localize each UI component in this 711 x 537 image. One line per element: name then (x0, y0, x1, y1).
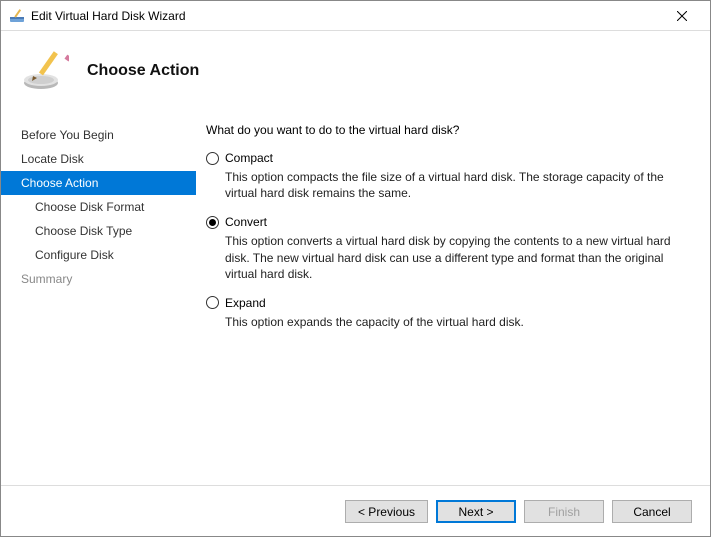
radio-expand[interactable] (206, 296, 219, 309)
sidebar-item-label: Locate Disk (21, 152, 84, 166)
sidebar-item-choose-disk-format[interactable]: Choose Disk Format (1, 195, 196, 219)
sidebar-item-label: Choose Disk Format (35, 200, 144, 214)
sidebar-item-label: Before You Begin (21, 128, 114, 142)
disk-pencil-icon (21, 47, 69, 95)
finish-button: Finish (524, 500, 604, 523)
window-title: Edit Virtual Hard Disk Wizard (31, 9, 662, 23)
option-convert: Convert This option converts a virtual h… (206, 215, 692, 282)
wizard-app-icon (9, 8, 25, 24)
sidebar-item-label: Configure Disk (35, 248, 114, 262)
sidebar-item-label: Choose Action (21, 176, 98, 190)
cancel-button[interactable]: Cancel (612, 500, 692, 523)
question-text: What do you want to do to the virtual ha… (206, 123, 692, 137)
close-icon (677, 11, 687, 21)
wizard-footer: < Previous Next > Finish Cancel (1, 485, 710, 537)
sidebar-item-choose-action[interactable]: Choose Action (1, 171, 196, 195)
option-expand-description: This option expands the capacity of the … (225, 314, 692, 330)
page-title: Choose Action (87, 62, 199, 80)
content-area: Before You Begin Locate Disk Choose Acti… (1, 117, 710, 485)
sidebar-item-label: Summary (21, 272, 72, 286)
sidebar-item-choose-disk-type[interactable]: Choose Disk Type (1, 219, 196, 243)
close-button[interactable] (662, 2, 702, 30)
sidebar-item-configure-disk[interactable]: Configure Disk (1, 243, 196, 267)
option-expand-row[interactable]: Expand (206, 296, 692, 310)
radio-compact[interactable] (206, 152, 219, 165)
option-expand-label: Expand (225, 296, 266, 310)
option-expand: Expand This option expands the capacity … (206, 296, 692, 330)
option-compact-description: This option compacts the file size of a … (225, 169, 692, 201)
option-convert-description: This option converts a virtual hard disk… (225, 233, 692, 282)
titlebar: Edit Virtual Hard Disk Wizard (1, 1, 710, 31)
wizard-steps-sidebar: Before You Begin Locate Disk Choose Acti… (1, 117, 196, 485)
sidebar-item-locate-disk[interactable]: Locate Disk (1, 147, 196, 171)
previous-button[interactable]: < Previous (345, 500, 428, 523)
option-convert-label: Convert (225, 215, 267, 229)
main-panel: What do you want to do to the virtual ha… (196, 117, 710, 485)
sidebar-item-summary: Summary (1, 267, 196, 291)
sidebar-item-label: Choose Disk Type (35, 224, 132, 238)
page-header: Choose Action (1, 31, 710, 117)
option-compact-row[interactable]: Compact (206, 151, 692, 165)
next-button[interactable]: Next > (436, 500, 516, 523)
option-convert-row[interactable]: Convert (206, 215, 692, 229)
option-compact: Compact This option compacts the file si… (206, 151, 692, 201)
sidebar-item-before-you-begin[interactable]: Before You Begin (1, 123, 196, 147)
radio-convert[interactable] (206, 216, 219, 229)
option-compact-label: Compact (225, 151, 273, 165)
